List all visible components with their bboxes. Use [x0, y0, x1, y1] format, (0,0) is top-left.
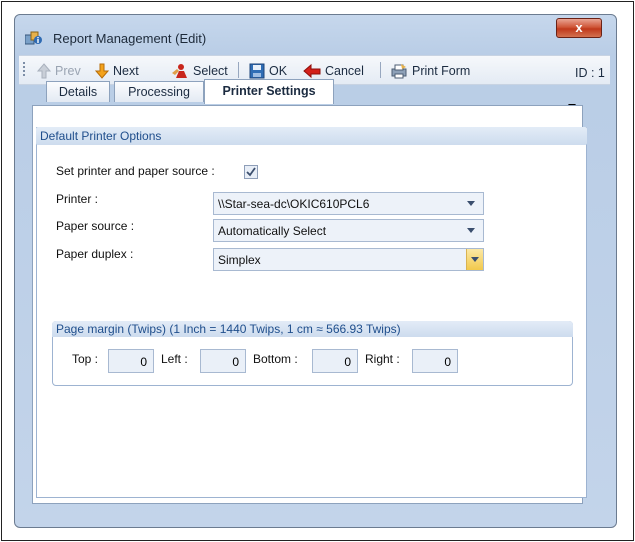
bottom-margin-label: Bottom :: [253, 352, 298, 366]
print-form-button[interactable]: Print Form: [390, 62, 470, 80]
printer-label: Printer :: [56, 192, 99, 206]
printer-select[interactable]: \\Star-sea-dc\OKIC610PCL6: [213, 192, 484, 215]
right-margin-value: 0: [444, 355, 451, 369]
toolbar-separator: [238, 62, 239, 78]
red-back-arrow-icon: [303, 63, 321, 79]
select-button[interactable]: Select: [171, 62, 228, 80]
paper-duplex-select[interactable]: Simplex: [213, 248, 484, 271]
tab-details[interactable]: Details: [46, 81, 110, 102]
right-margin-label: Right :: [365, 352, 400, 366]
title-bar[interactable]: Report Management (Edit): [15, 15, 616, 53]
next-button[interactable]: Next: [95, 62, 139, 80]
paper-source-select[interactable]: Automatically Select: [213, 219, 484, 242]
prev-button[interactable]: Prev: [37, 62, 81, 80]
dropdown-arrow-icon: [471, 257, 479, 262]
top-margin-value: 0: [140, 355, 147, 369]
arrow-down-icon: [95, 63, 109, 79]
toolbar-grip-icon[interactable]: [23, 62, 25, 78]
next-label: Next: [113, 64, 139, 78]
checkmark-icon: [246, 167, 256, 177]
page-margin-title: Page margin (Twips) (1 Inch = 1440 Twips…: [56, 322, 401, 336]
tab-processing[interactable]: Processing: [114, 81, 204, 102]
ok-label: OK: [269, 64, 288, 78]
save-disk-icon: [249, 63, 265, 79]
top-margin-label: Top :: [72, 352, 99, 366]
group-title: Default Printer Options: [40, 129, 162, 143]
default-printer-options-group: [36, 127, 587, 498]
printer-value: \\Star-sea-dc\OKIC610PCL6: [218, 197, 370, 211]
set-printer-label: Set printer and paper source :: [56, 164, 215, 178]
prev-label: Prev: [55, 64, 81, 78]
print-form-icon: [391, 64, 407, 79]
dropdown-arrow-icon[interactable]: [467, 228, 475, 233]
paper-source-value: Automatically Select: [218, 224, 327, 238]
paper-duplex-value: Simplex: [218, 253, 261, 267]
tab-strip: Details Processing Printer Settings: [20, 79, 580, 104]
paper-source-label: Paper source :: [56, 219, 135, 233]
dropdown-button[interactable]: [466, 249, 483, 270]
window-title: Report Management (Edit): [53, 31, 207, 46]
left-margin-value: 0: [232, 355, 239, 369]
set-printer-checkbox[interactable]: [244, 165, 258, 179]
dropdown-arrow-icon[interactable]: [467, 201, 475, 206]
tab-printer-settings[interactable]: Printer Settings: [204, 79, 334, 104]
toolbar-separator: [380, 62, 381, 78]
select-label: Select: [193, 64, 228, 78]
record-id: ID : 1: [575, 66, 605, 80]
left-margin-input[interactable]: 0: [200, 349, 246, 373]
paper-duplex-label: Paper duplex :: [56, 247, 134, 261]
arrow-up-icon: [37, 63, 51, 79]
print-form-label: Print Form: [412, 64, 471, 78]
ok-button[interactable]: OK: [249, 62, 287, 80]
bottom-margin-value: 0: [344, 355, 351, 369]
cancel-label: Cancel: [325, 64, 364, 78]
bottom-margin-input[interactable]: 0: [312, 349, 358, 373]
top-margin-input[interactable]: 0: [108, 349, 154, 373]
left-margin-label: Left :: [161, 352, 188, 366]
app-icon: [25, 31, 42, 45]
right-margin-input[interactable]: 0: [412, 349, 458, 373]
cancel-button[interactable]: Cancel: [303, 62, 364, 80]
select-person-icon: [172, 64, 187, 78]
close-button[interactable]: x: [556, 18, 602, 38]
